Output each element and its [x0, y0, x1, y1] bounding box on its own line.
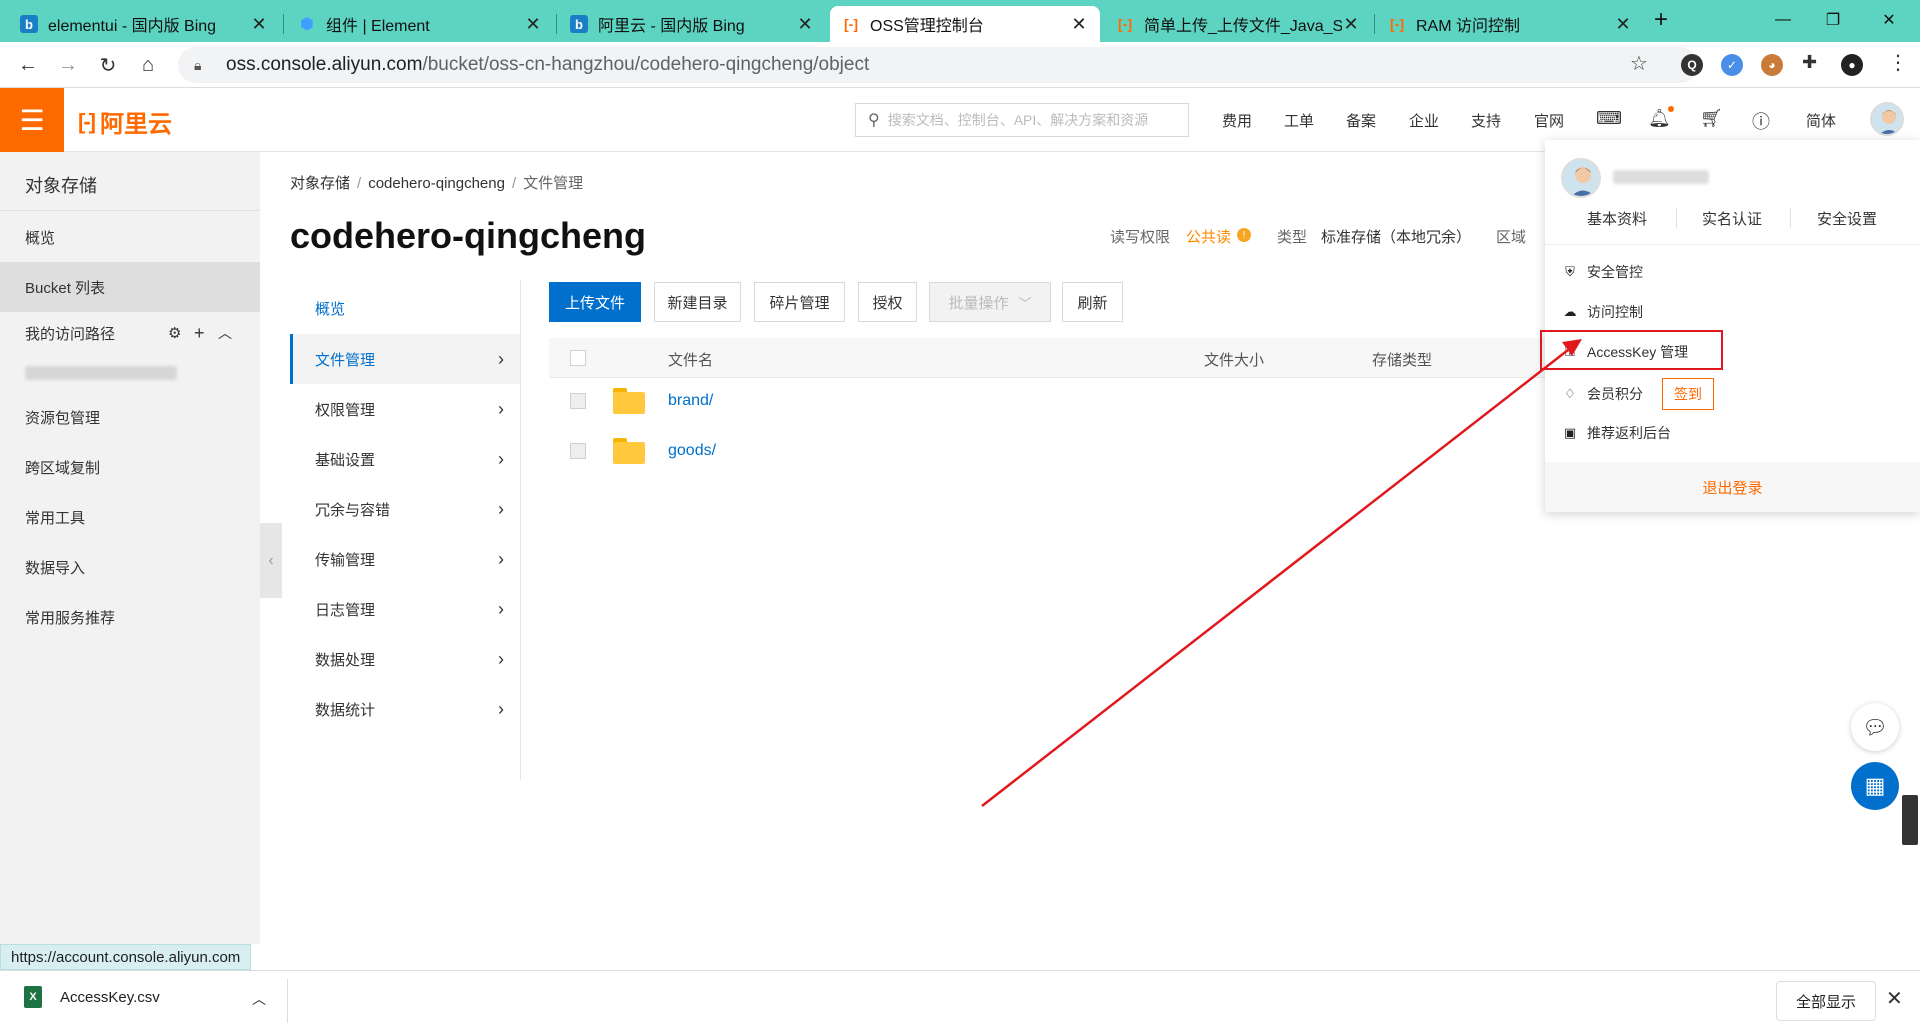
annotation-arrow	[981, 339, 1582, 807]
excel-file-icon: X	[24, 986, 42, 1008]
show-all-downloads-button[interactable]: 全部显示	[1776, 981, 1876, 1021]
divider	[287, 979, 288, 1023]
apps-grid-icon[interactable]: ▦	[1851, 762, 1899, 810]
download-item[interactable]: X AccessKey.csv	[24, 986, 160, 1008]
chevron-up-icon[interactable]: ︿	[252, 989, 266, 1009]
download-file-name: AccessKey.csv	[60, 988, 160, 1006]
link-status-tooltip: https://account.console.aliyun.com	[0, 944, 252, 970]
scrollbar[interactable]	[1902, 795, 1918, 845]
download-shelf: X AccessKey.csv ︿ 全部显示 ✕	[0, 970, 1920, 1030]
feedback-chat-icon[interactable]: 💬︎	[1851, 703, 1899, 751]
close-icon[interactable]: ✕	[1886, 986, 1903, 1011]
